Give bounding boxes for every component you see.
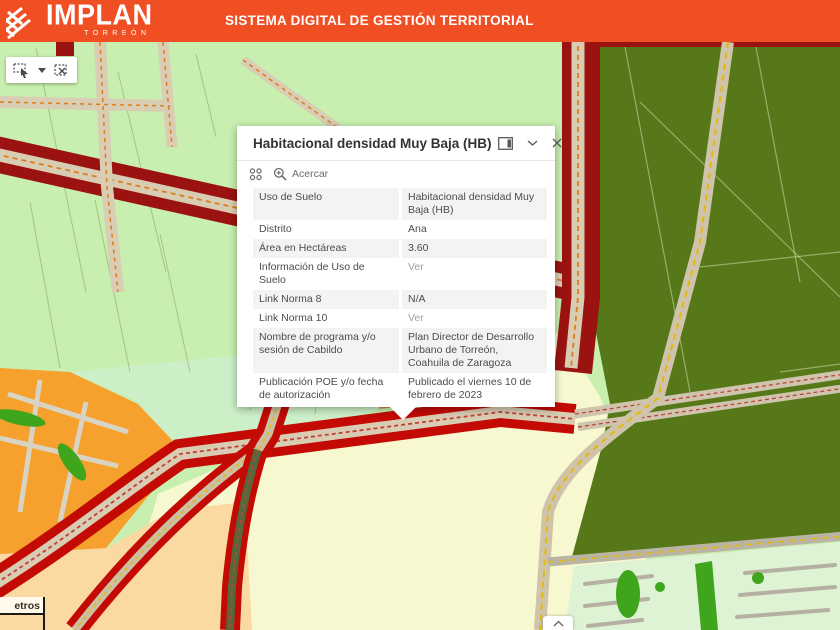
field-label: Link Norma 8	[253, 290, 399, 309]
close-icon	[552, 138, 562, 148]
zoom-action-label: Acercar	[292, 168, 328, 180]
popup-pointer	[389, 406, 417, 420]
expand-panel-button[interactable]	[543, 616, 573, 630]
table-row: Área en Hectáreas3.60	[253, 239, 547, 258]
field-label: Uso de Suelo	[253, 188, 399, 220]
field-value: Ana	[402, 220, 547, 239]
field-value-link[interactable]: Ver	[402, 258, 547, 290]
popup-toolbar: Acercar	[237, 160, 555, 186]
dock-button[interactable]	[498, 137, 513, 150]
clear-selection-icon	[54, 63, 70, 78]
close-popup-button[interactable]	[552, 138, 562, 148]
table-row: Información de Uso de SueloVer	[253, 258, 547, 290]
feature-popup: Habitacional densidad Muy Baja (HB)	[237, 126, 555, 407]
field-value: Publicado el viernes 10 de febrero de 20…	[402, 373, 547, 405]
field-label: Publicación POE y/o fecha de autorizació…	[253, 373, 399, 405]
select-tool-icon	[13, 63, 30, 78]
app-header: IMPLAN TORREÓN SISTEMA DIGITAL DE GESTIÓ…	[0, 0, 840, 42]
implan-logo-icon	[6, 6, 40, 42]
dock-icon	[498, 137, 513, 150]
app-window: IMPLAN TORREÓN SISTEMA DIGITAL DE GESTIÓ…	[0, 0, 840, 630]
chevron-down-icon	[527, 140, 538, 146]
table-row: Uso de SueloHabitacional densidad Muy Ba…	[253, 188, 547, 220]
field-label: Nombre de programa y/o sesión de Cabildo	[253, 328, 399, 373]
zoom-in-icon	[273, 167, 287, 181]
clear-selection-button[interactable]	[50, 57, 74, 83]
caret-down-icon	[38, 68, 46, 73]
zone-olive	[570, 42, 840, 564]
logo-name: IMPLAN	[46, 1, 153, 29]
table-row: Publicación POE y/o fecha de autorizació…	[253, 373, 547, 405]
zoom-to-feature-button[interactable]: Acercar	[273, 167, 328, 181]
collapse-popup-button[interactable]	[527, 140, 538, 146]
browse-features-icon	[249, 167, 263, 181]
table-row: Nombre de programa y/o sesión de Cabildo…	[253, 328, 547, 373]
road-strip-top	[598, 42, 840, 47]
logo-subtitle: TORREÓN	[46, 30, 153, 37]
implan-logo: IMPLAN TORREÓN	[6, 2, 153, 42]
select-tool-dropdown[interactable]	[34, 57, 50, 83]
scalebar-line	[0, 613, 45, 615]
field-label: Link Norma 10	[253, 309, 399, 328]
chevron-up-icon	[553, 620, 564, 627]
app-title: SISTEMA DIGITAL DE GESTIÓN TERRITORIAL	[225, 13, 534, 28]
field-label: Información de Uso de Suelo	[253, 258, 399, 290]
field-value: N/A	[402, 290, 547, 309]
field-value: Habitacional densidad Muy Baja (HB)	[402, 188, 547, 220]
table-row: Link Norma 10Ver	[253, 309, 547, 328]
field-value: 3.60	[402, 239, 547, 258]
road-stub-topleft	[56, 42, 74, 56]
road-corridor-vertical	[571, 42, 581, 372]
table-row: DistritoAna	[253, 220, 547, 239]
popup-attribute-table: Uso de SueloHabitacional densidad Muy Ba…	[237, 186, 555, 407]
browse-features-button[interactable]	[249, 167, 263, 181]
popup-title: Habitacional densidad Muy Baja (HB)	[253, 136, 492, 151]
field-label: Área en Hectáreas	[253, 239, 399, 258]
field-value-link[interactable]: Ver	[402, 309, 547, 328]
popup-header: Habitacional densidad Muy Baja (HB)	[237, 126, 555, 160]
select-tool-button[interactable]	[9, 57, 34, 83]
field-value: Plan Director de Desarrollo Urbano de To…	[402, 328, 547, 373]
table-row: Link Norma 8N/A	[253, 290, 547, 309]
field-label: Distrito	[253, 220, 399, 239]
selection-toolbar	[6, 57, 77, 83]
